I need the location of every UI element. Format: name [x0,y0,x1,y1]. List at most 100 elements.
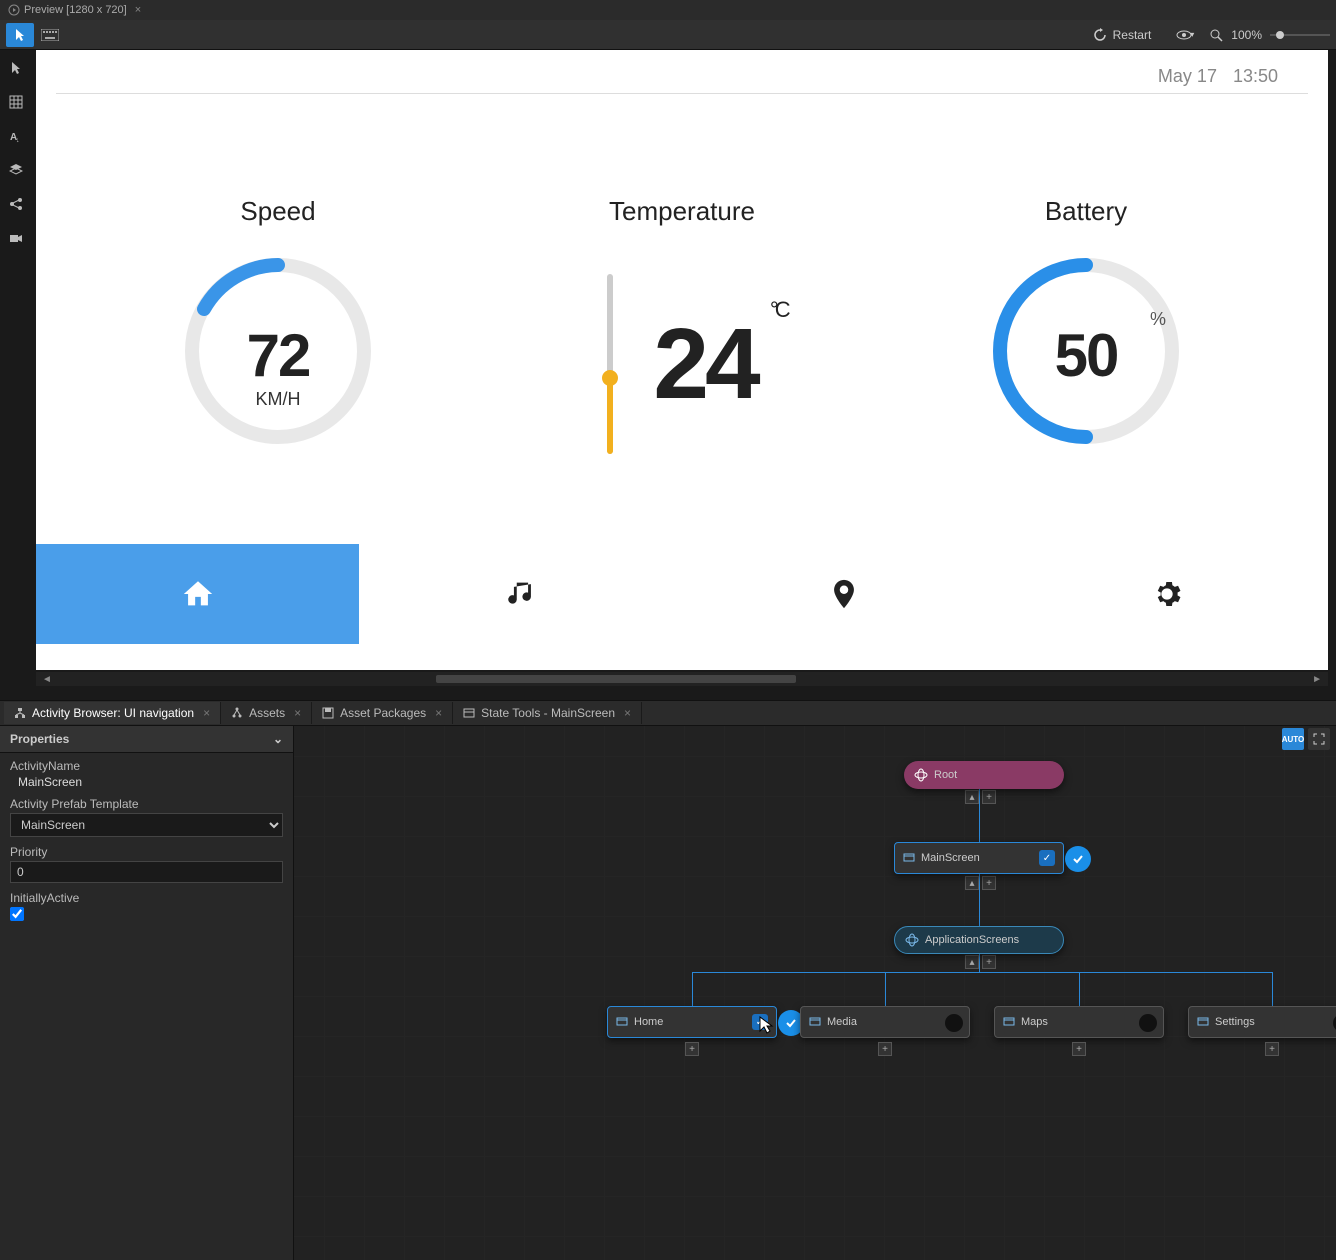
zoom-slider-thumb[interactable] [1276,31,1284,39]
nav-music[interactable] [359,544,682,644]
auto-layout-button[interactable]: AUTO [1282,728,1304,750]
node-dot [1139,1014,1157,1032]
prefab-select[interactable]: MainScreen [10,813,283,837]
pointer-tool[interactable] [6,58,26,78]
grid-tool[interactable] [6,92,26,112]
add-node-button[interactable]: + [982,876,996,890]
add-node-button[interactable]: + [1265,1042,1279,1056]
priority-label: Priority [10,845,283,859]
add-up-button[interactable]: ▴ [965,955,979,969]
fit-button[interactable] [1308,728,1330,750]
priority-input[interactable] [10,861,283,883]
cursor-tool[interactable] [6,23,34,47]
properties-header[interactable]: Properties ⌄ [0,726,293,753]
prefab-label: Activity Prefab Template [10,797,283,811]
battery-value: 50 [986,321,1186,390]
share-tool[interactable] [6,194,26,214]
scroll-left-icon[interactable]: ◄ [42,674,52,685]
add-node-button[interactable]: + [685,1042,699,1056]
visibility-button[interactable]: ▾ [1171,23,1199,47]
close-icon[interactable]: × [294,706,301,720]
zoom-group: 100% [1209,28,1330,42]
text-tool[interactable]: A↓ [6,126,26,146]
close-icon[interactable]: × [135,4,141,16]
graph-icon [14,707,26,719]
nav-home[interactable] [36,544,359,644]
battery-card: Battery 50 % [946,174,1226,514]
nav-location[interactable] [682,544,1005,644]
node-mainscreen[interactable]: MainScreen ✓ [894,842,1064,874]
preview-toolbar: Restart ▾ 100% [0,20,1336,50]
save-icon [322,707,334,719]
close-icon[interactable]: × [203,706,210,720]
initially-active-checkbox[interactable] [10,907,24,921]
horizontal-scrollbar[interactable]: ◄ ► [36,672,1328,686]
node-media[interactable]: Media [800,1006,970,1038]
bottom-nav [36,544,1328,644]
speed-card: Speed 72 KM/H [138,174,418,514]
screen-icon [903,852,915,864]
tab-state-tools[interactable]: State Tools - MainScreen × [453,702,642,724]
node-checkbox[interactable]: ✓ [752,1014,768,1030]
node-root[interactable]: Root [904,761,1064,789]
restart-button[interactable]: Restart [1083,25,1162,45]
temperature-card: Temperature 24 °C [542,174,822,514]
restart-label: Restart [1113,28,1152,42]
layers-tool[interactable] [6,160,26,180]
preview-tab[interactable]: Preview [1280 x 720] × [0,4,149,16]
tab-asset-packages[interactable]: Asset Packages × [312,702,453,724]
node-home[interactable]: Home ✓ [607,1006,777,1038]
connector [979,954,980,972]
thermometer-icon [607,274,613,454]
keyboard-icon [41,29,59,41]
node-checkbox[interactable]: ✓ [1039,850,1055,866]
check-icon [1071,852,1085,866]
gear-icon [1150,577,1184,611]
node-settings[interactable]: Settings [1188,1006,1336,1038]
zoom-slider[interactable] [1270,34,1330,36]
close-icon[interactable]: × [624,706,631,720]
home-icon [181,577,215,611]
dashboard-cards: Speed 72 KM/H Temperature 24 °C [36,94,1328,544]
connector [1079,972,1080,1006]
battery-title: Battery [1045,196,1127,227]
add-node-button[interactable]: + [982,955,996,969]
dashboard-date: May 17 [1158,66,1217,87]
activity-graph[interactable]: AUTO ▴ + ▴ + ▴ + Root MainScreen ✓ [294,726,1336,1260]
magnifier-icon [1209,28,1223,42]
camera-tool[interactable] [6,228,26,248]
group-icon [905,933,919,947]
add-node-button[interactable]: + [982,790,996,804]
scroll-thumb[interactable] [436,675,796,683]
tree-icon [231,707,243,719]
temperature-title: Temperature [542,196,822,227]
add-up-button[interactable]: ▴ [965,790,979,804]
panel-icon [463,707,475,719]
add-up-button[interactable]: ▴ [965,876,979,890]
preview-canvas[interactable]: May 17 13:50 Speed 72 KM/H Temperature [36,50,1328,670]
add-node-button[interactable]: + [1072,1042,1086,1056]
speed-title: Speed [240,196,315,227]
node-application-screens[interactable]: ApplicationScreens [894,926,1064,954]
chevron-down-icon[interactable]: ⌄ [273,732,283,746]
music-icon [504,577,538,611]
zoom-value: 100% [1231,28,1262,42]
close-icon[interactable]: × [435,706,442,720]
tab-assets[interactable]: Assets × [221,702,312,724]
keyboard-tool[interactable] [36,23,64,47]
tab-label: Assets [249,706,285,720]
node-label: ApplicationScreens [925,934,1019,946]
dashboard-time: 13:50 [1233,66,1278,87]
node-label: MainScreen [921,852,980,864]
temperature-unit: °C [770,297,787,323]
initially-active-label: InitiallyActive [10,891,283,905]
scroll-right-icon[interactable]: ► [1312,674,1322,685]
node-apply-button[interactable] [1065,846,1091,872]
connector [1272,972,1273,1006]
add-node-button[interactable]: + [878,1042,892,1056]
tab-activity-browser[interactable]: Activity Browser: UI navigation × [4,702,221,724]
node-maps[interactable]: Maps [994,1006,1164,1038]
nav-settings[interactable] [1005,544,1328,644]
document-tab-bar: Preview [1280 x 720] × [0,0,1336,20]
node-dot [945,1014,963,1032]
